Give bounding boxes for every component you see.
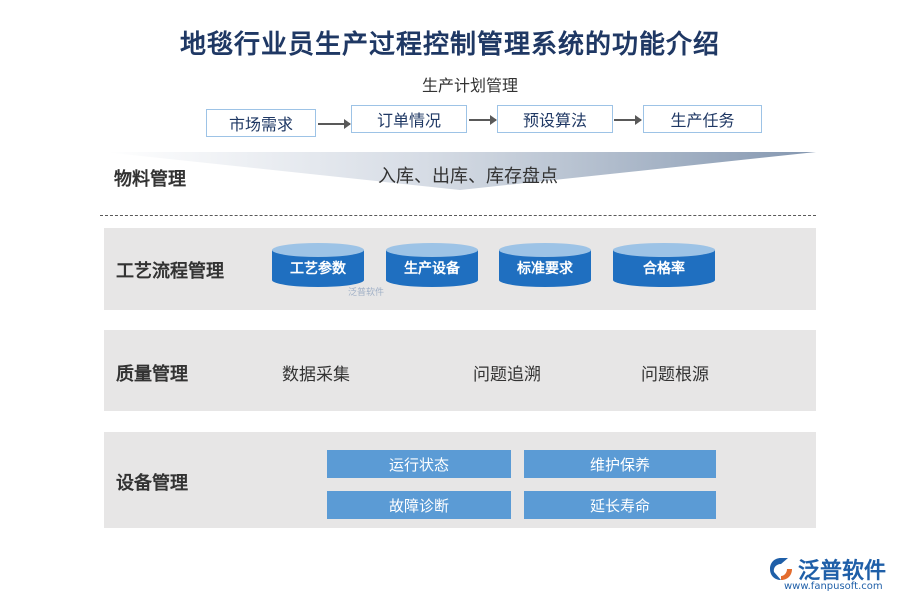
- quality-item-traceability: 问题追溯: [473, 365, 541, 385]
- quality-item-root-cause: 问题根源: [641, 365, 709, 385]
- brand-logo-icon: [770, 558, 792, 580]
- equipment-label: 设备管理: [116, 473, 188, 494]
- material-label: 物料管理: [114, 169, 186, 190]
- process-label: 工艺流程管理: [116, 261, 224, 282]
- flow-step-production-task: 生产任务: [643, 105, 762, 133]
- flow-arrow-1: [318, 119, 351, 129]
- process-item-label: 生产设备: [404, 261, 460, 277]
- production-plan-title: 生产计划管理: [421, 76, 518, 95]
- quality-band: [104, 330, 816, 411]
- flow-arrow-2: [469, 115, 497, 125]
- flow-step-preset-algorithm: 预设算法: [497, 105, 613, 133]
- process-item-label: 合格率: [643, 261, 685, 277]
- process-cylinder-equipment: 生产设备: [385, 242, 479, 288]
- page-title: 地毯行业员生产过程控制管理系统的功能介绍: [179, 30, 720, 60]
- quality-label: 质量管理: [116, 364, 188, 385]
- section-divider: [100, 215, 816, 216]
- flow-step-order-status: 订单情况: [351, 105, 467, 133]
- equipment-item-fault-diagnosis: 故障诊断: [327, 491, 511, 519]
- quality-item-data-collection: 数据采集: [282, 365, 350, 385]
- watermark-logo: 泛普软件: [348, 288, 385, 298]
- process-cylinder-standards: 标准要求: [498, 242, 592, 288]
- process-item-label: 标准要求: [517, 261, 573, 277]
- process-item-label: 工艺参数: [290, 261, 346, 277]
- material-description: 入库、出库、库存盘点: [378, 166, 558, 187]
- process-cylinder-pass-rate: 合格率: [612, 242, 715, 288]
- flow-arrow-3: [614, 115, 642, 125]
- equipment-item-extend-life: 延长寿命: [524, 491, 716, 519]
- brand-url: www.fanpusoft.com: [784, 581, 883, 592]
- flow-step-market-demand: 市场需求: [206, 109, 316, 137]
- equipment-item-running-status: 运行状态: [327, 450, 511, 478]
- equipment-item-maintenance: 维护保养: [524, 450, 716, 478]
- process-cylinder-params: 工艺参数: [271, 242, 365, 288]
